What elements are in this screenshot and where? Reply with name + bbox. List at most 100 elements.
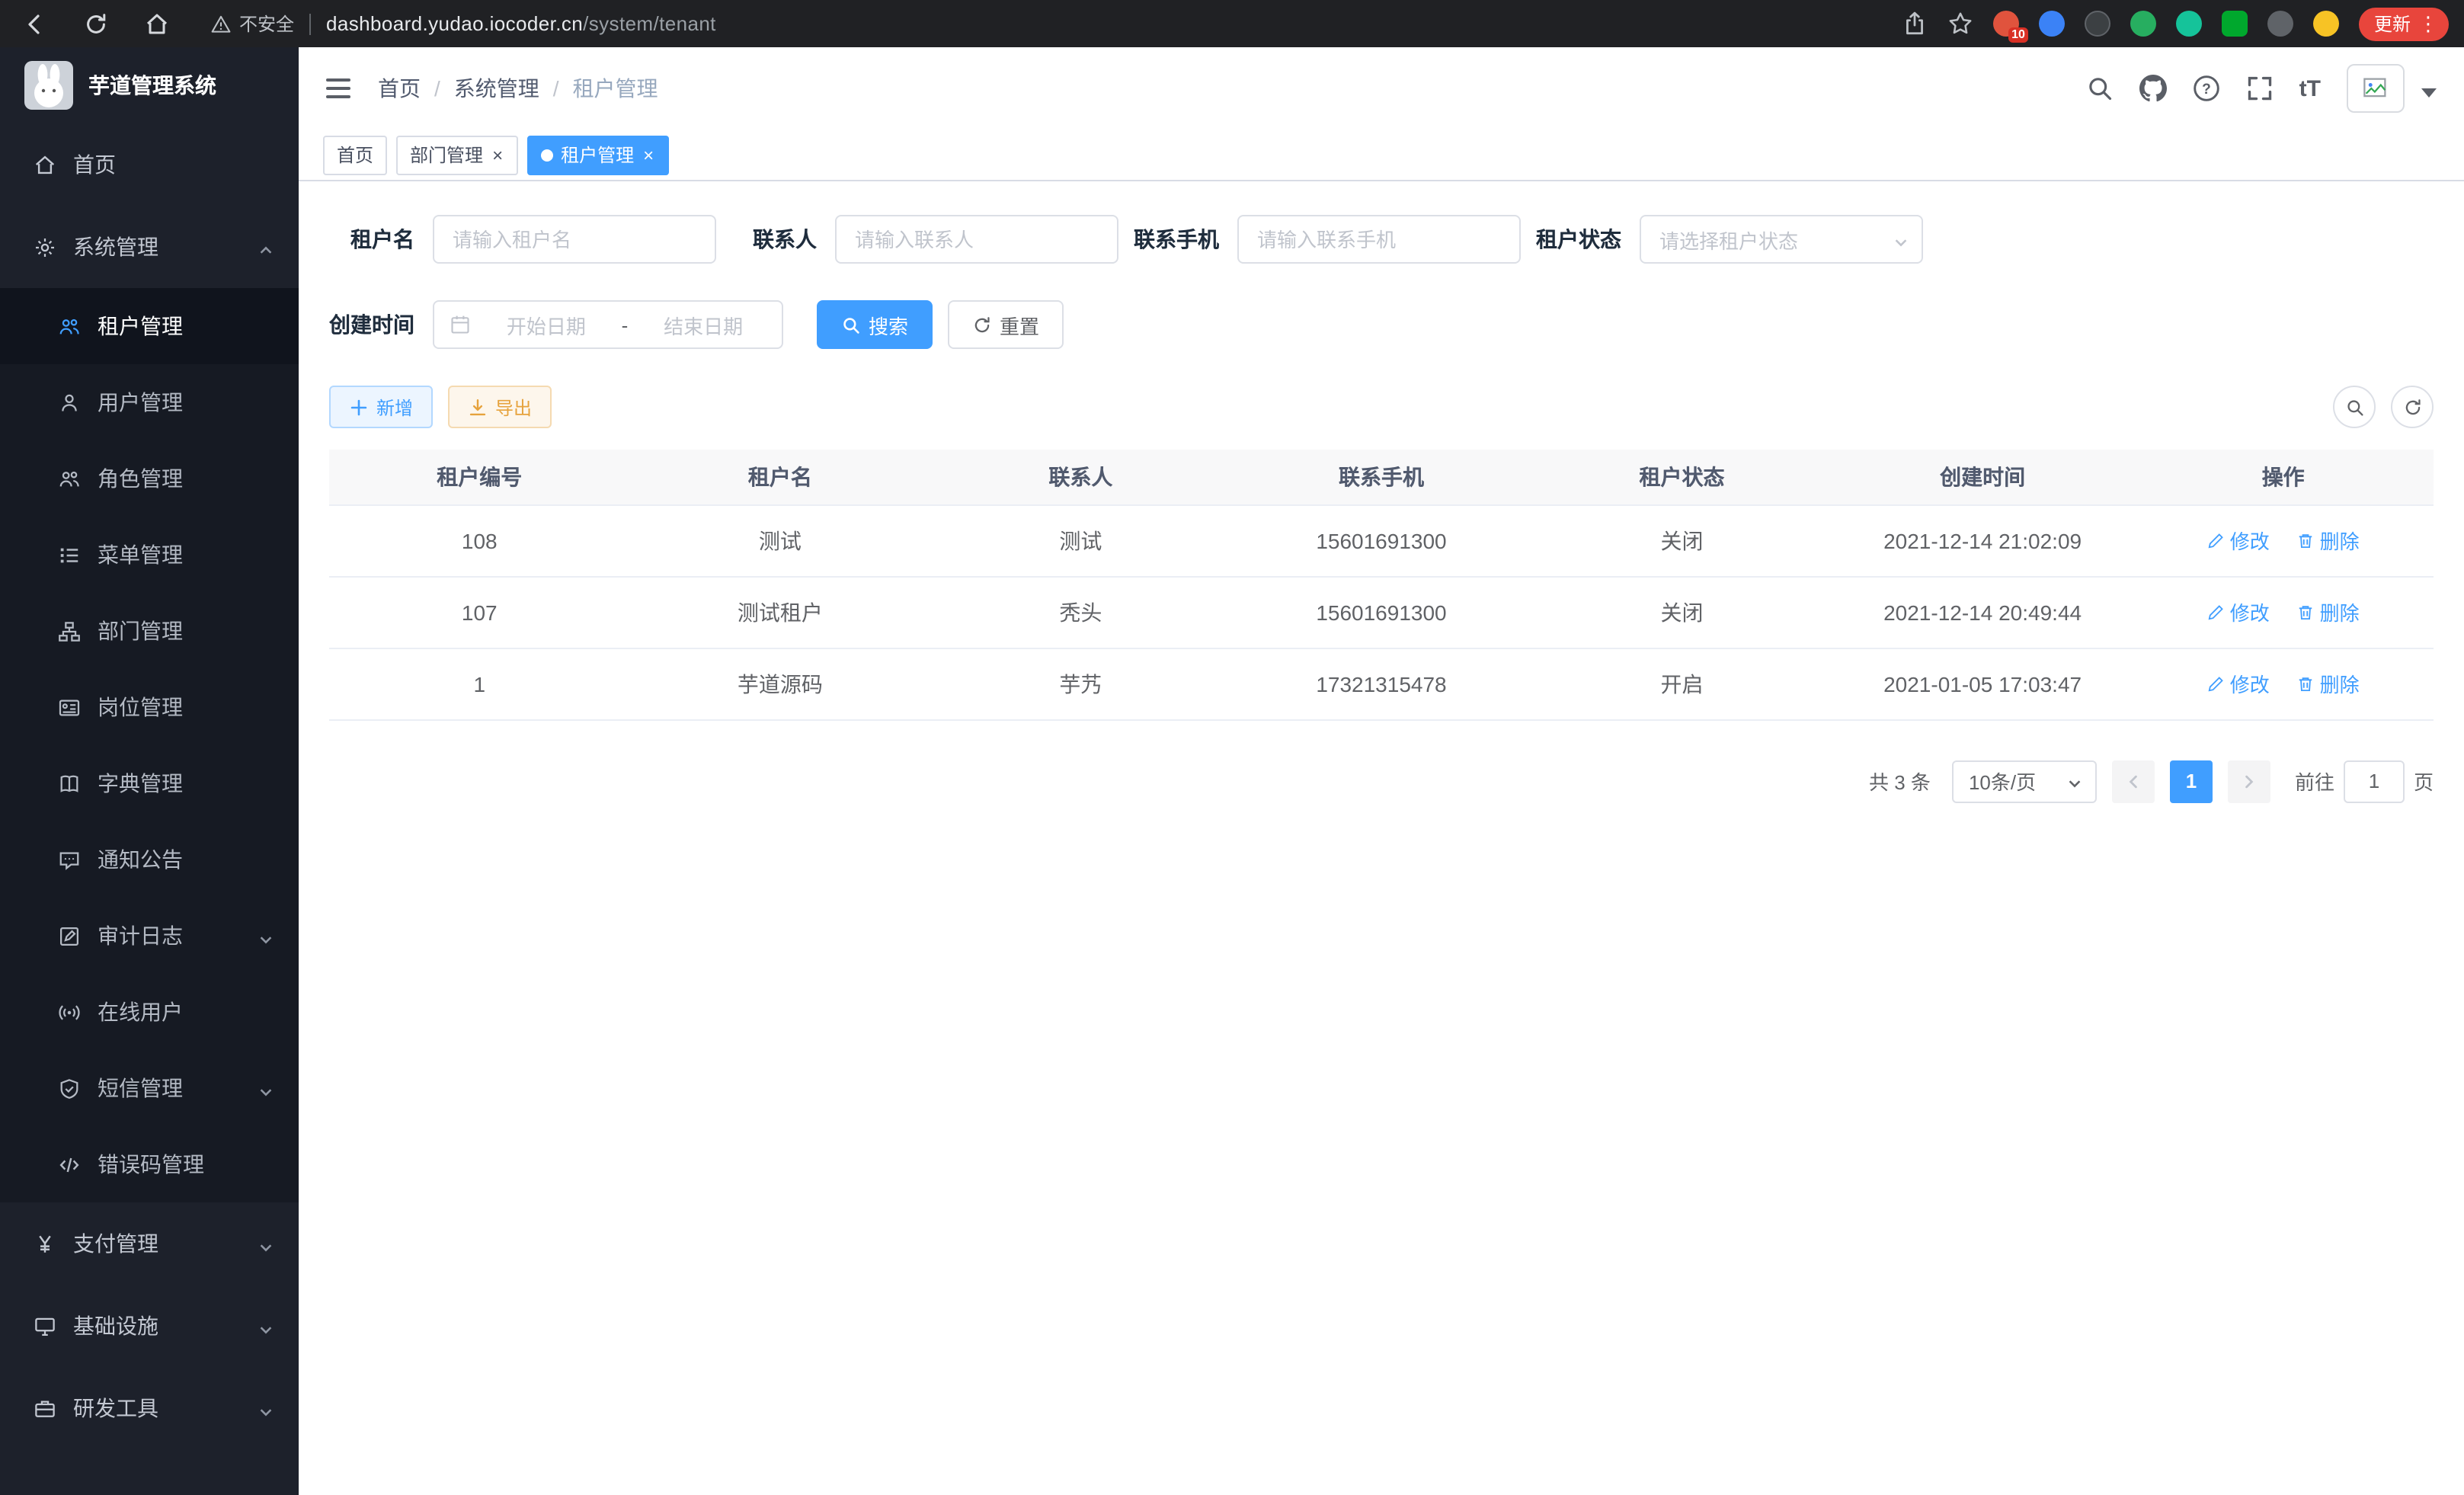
breadcrumb-home[interactable]: 首页	[378, 73, 421, 104]
table-row: 108 测试 测试 15601691300 关闭 2021-12-14 21:0…	[329, 504, 2434, 576]
github-icon[interactable]	[2139, 75, 2167, 102]
sidebar-item-sms-management[interactable]: 短信管理	[0, 1050, 299, 1126]
goto-page-input[interactable]	[2344, 760, 2405, 802]
browser-update-button[interactable]: 更新 ⋮	[2359, 7, 2449, 40]
fullscreen-icon[interactable]	[2246, 75, 2274, 102]
next-page-button[interactable]	[2228, 760, 2270, 802]
tenant-name-input[interactable]	[433, 215, 716, 264]
breadcrumb-current: 租户管理	[573, 73, 658, 104]
edit-button[interactable]: 修改	[2207, 526, 2270, 555]
sidebar-item-tenant-management[interactable]: 租户管理	[0, 288, 299, 364]
sidebar-item-role-management[interactable]: 角色管理	[0, 440, 299, 517]
sidebar-item-dev-tools[interactable]: 研发工具	[0, 1367, 299, 1449]
delete-button[interactable]: 删除	[2297, 669, 2360, 698]
security-warning-icon	[210, 13, 232, 34]
page-size-select[interactable]: 10条/页	[1952, 760, 2097, 802]
status-select[interactable]: 请选择租户状态	[1640, 215, 1923, 264]
extension-icon-8[interactable]	[2313, 11, 2339, 37]
phone-input[interactable]	[1237, 215, 1521, 264]
extension-icon-3[interactable]	[2085, 11, 2110, 37]
page-number-1[interactable]: 1	[2170, 760, 2213, 802]
search-icon[interactable]	[2086, 75, 2114, 102]
sidebar-item-payment[interactable]: 支付管理	[0, 1202, 299, 1285]
extension-icon-7[interactable]	[2267, 11, 2293, 37]
sidebar-logo[interactable]: 芋道管理系统	[0, 47, 299, 123]
page-unit-label: 页	[2414, 767, 2434, 796]
extension-icon-2[interactable]	[2039, 11, 2065, 37]
extension-icon-6[interactable]	[2222, 11, 2248, 37]
sidebar-item-audit-log[interactable]: 审计日志	[0, 898, 299, 974]
tab-home[interactable]: 首页	[323, 135, 387, 174]
delete-button[interactable]: 删除	[2297, 597, 2360, 626]
extension-icon-1[interactable]: 10	[1993, 11, 2019, 37]
sidebar-item-home[interactable]: 首页	[0, 123, 299, 206]
cell-tenant-name: 芋道源码	[630, 648, 931, 719]
export-button[interactable]: 导出	[448, 386, 552, 428]
delete-button[interactable]: 删除	[2297, 526, 2360, 555]
tab-dept-management[interactable]: 部门管理 ×	[396, 135, 518, 174]
org-tree-icon	[58, 619, 81, 642]
tags-view-bar: 首页 部门管理 × 租户管理 ×	[299, 130, 2464, 181]
book-icon	[58, 772, 81, 795]
bookmark-star-icon[interactable]	[1947, 11, 1973, 37]
sidebar-item-online-users[interactable]: 在线用户	[0, 974, 299, 1050]
browser-toolbar-right: 10 更新 ⋮	[1902, 7, 2449, 40]
edit-button[interactable]: 修改	[2207, 597, 2270, 626]
home-icon[interactable]	[143, 10, 171, 37]
create-time-label: 创建时间	[329, 309, 433, 340]
col-tenant-name: 租户名	[630, 450, 931, 504]
tab-label: 部门管理	[410, 142, 483, 168]
browser-menu-icon[interactable]: ⋮	[2418, 14, 2438, 34]
hamburger-icon[interactable]	[323, 73, 354, 104]
sidebar-item-dict-management[interactable]: 字典管理	[0, 745, 299, 821]
sidebar-item-infrastructure[interactable]: 基础设施	[0, 1285, 299, 1367]
menu-list-icon	[58, 543, 81, 566]
close-icon[interactable]: ×	[491, 146, 504, 164]
edit-button-label: 修改	[2230, 669, 2270, 698]
back-icon[interactable]	[21, 10, 49, 37]
refresh-table-button[interactable]	[2391, 386, 2434, 428]
avatar[interactable]	[2347, 64, 2405, 113]
plus-icon	[349, 397, 369, 417]
sidebar-item-user-management[interactable]: 用户管理	[0, 364, 299, 440]
edit-button[interactable]: 修改	[2207, 669, 2270, 698]
system-submenu: 租户管理 用户管理 角色管理 菜单管理 部门管理	[0, 288, 299, 1202]
add-button[interactable]: 新增	[329, 386, 433, 428]
date-range-picker[interactable]: 开始日期 - 结束日期	[433, 300, 783, 349]
trash-icon	[2297, 674, 2315, 693]
badge-icon	[58, 696, 81, 719]
sidebar-item-menu-management[interactable]: 菜单管理	[0, 517, 299, 593]
phone-label: 联系手机	[1134, 224, 1237, 255]
sidebar-item-dept-management[interactable]: 部门管理	[0, 593, 299, 669]
extension-icon-5[interactable]	[2176, 11, 2202, 37]
svg-text:?: ?	[2202, 82, 2211, 98]
extension-icon-4[interactable]	[2130, 11, 2156, 37]
tab-tenant-management[interactable]: 租户管理 ×	[527, 135, 669, 174]
sidebar-item-notice[interactable]: 通知公告	[0, 821, 299, 898]
calendar-icon	[450, 314, 471, 335]
sidebar-item-system[interactable]: 系统管理	[0, 206, 299, 288]
font-size-icon[interactable]: tT	[2299, 77, 2321, 100]
sidebar-item-post-management[interactable]: 岗位管理	[0, 669, 299, 745]
refresh-icon	[2402, 397, 2422, 417]
toolbox-icon	[34, 1397, 56, 1420]
share-icon[interactable]	[1902, 11, 1928, 37]
reload-icon[interactable]	[82, 10, 110, 37]
export-button-label: 导出	[495, 394, 532, 420]
toggle-search-button[interactable]	[2333, 386, 2376, 428]
address-bar[interactable]: 不安全 dashboard.yudao.iocoder.cn/system/te…	[210, 11, 1902, 37]
sidebar-item-error-code[interactable]: 错误码管理	[0, 1126, 299, 1202]
chevron-down-icon	[258, 1080, 274, 1096]
contact-input[interactable]	[835, 215, 1118, 264]
close-icon[interactable]: ×	[642, 146, 655, 164]
prev-page-button[interactable]	[2112, 760, 2155, 802]
search-button[interactable]: 搜索	[817, 300, 933, 349]
cell-status: 开启	[1531, 648, 1832, 719]
reset-button[interactable]: 重置	[948, 300, 1064, 349]
breadcrumb-system[interactable]: 系统管理	[454, 73, 539, 104]
tenant-page: 租户名 联系人 联系手机 租户状态 请选择租户状态	[299, 181, 2464, 1495]
page-size-value: 10条/页	[1969, 767, 2036, 796]
caret-down-icon[interactable]	[2421, 81, 2437, 96]
sidebar-item-label: 支付管理	[73, 1228, 158, 1259]
help-icon[interactable]: ?	[2193, 75, 2220, 102]
